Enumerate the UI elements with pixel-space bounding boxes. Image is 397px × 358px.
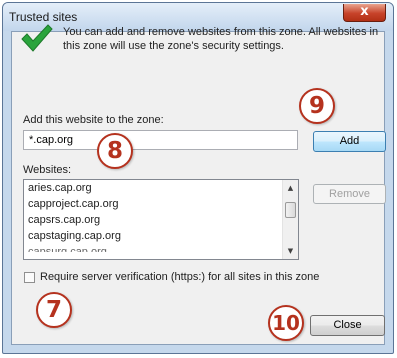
scroll-down-icon[interactable]: ▼ [283,244,298,258]
list-item[interactable]: capproject.cap.org [24,196,298,212]
add-button[interactable]: Add [313,131,386,152]
remove-button[interactable]: Remove [313,184,386,204]
list-item[interactable]: aries.cap.org [24,180,298,196]
info-message: You can add and remove websites from thi… [63,26,379,52]
websites-label: Websites: [23,164,72,176]
scroll-thumb[interactable] [285,202,296,218]
dialog-title: Trusted sites [9,10,78,24]
list-item[interactable]: capstaging.cap.org [24,228,298,244]
green-checkmark-icon [21,24,53,52]
list-item[interactable]: capsurg.cap.org [24,244,298,252]
close-button[interactable]: Close [310,315,385,336]
annotation-badge-7: 7 [36,292,72,328]
close-window-button[interactable]: x [343,4,386,22]
scroll-up-icon[interactable]: ▲ [283,181,298,195]
list-scrollbar[interactable]: ▲ ▼ [282,180,298,259]
close-icon: x [360,4,369,19]
websites-list[interactable]: aries.cap.org capproject.cap.org capsrs.… [23,179,299,260]
https-verification-label[interactable]: Require server verification (https:) for… [40,271,319,283]
annotation-badge-9: 9 [299,88,335,124]
annotation-badge-10: 10 [268,305,304,341]
annotation-badge-8: 8 [97,133,133,169]
https-verification-checkbox[interactable] [24,272,35,283]
list-item[interactable]: capsrs.cap.org [24,212,298,228]
add-site-label: Add this website to the zone: [23,114,164,126]
website-input[interactable] [23,130,298,150]
